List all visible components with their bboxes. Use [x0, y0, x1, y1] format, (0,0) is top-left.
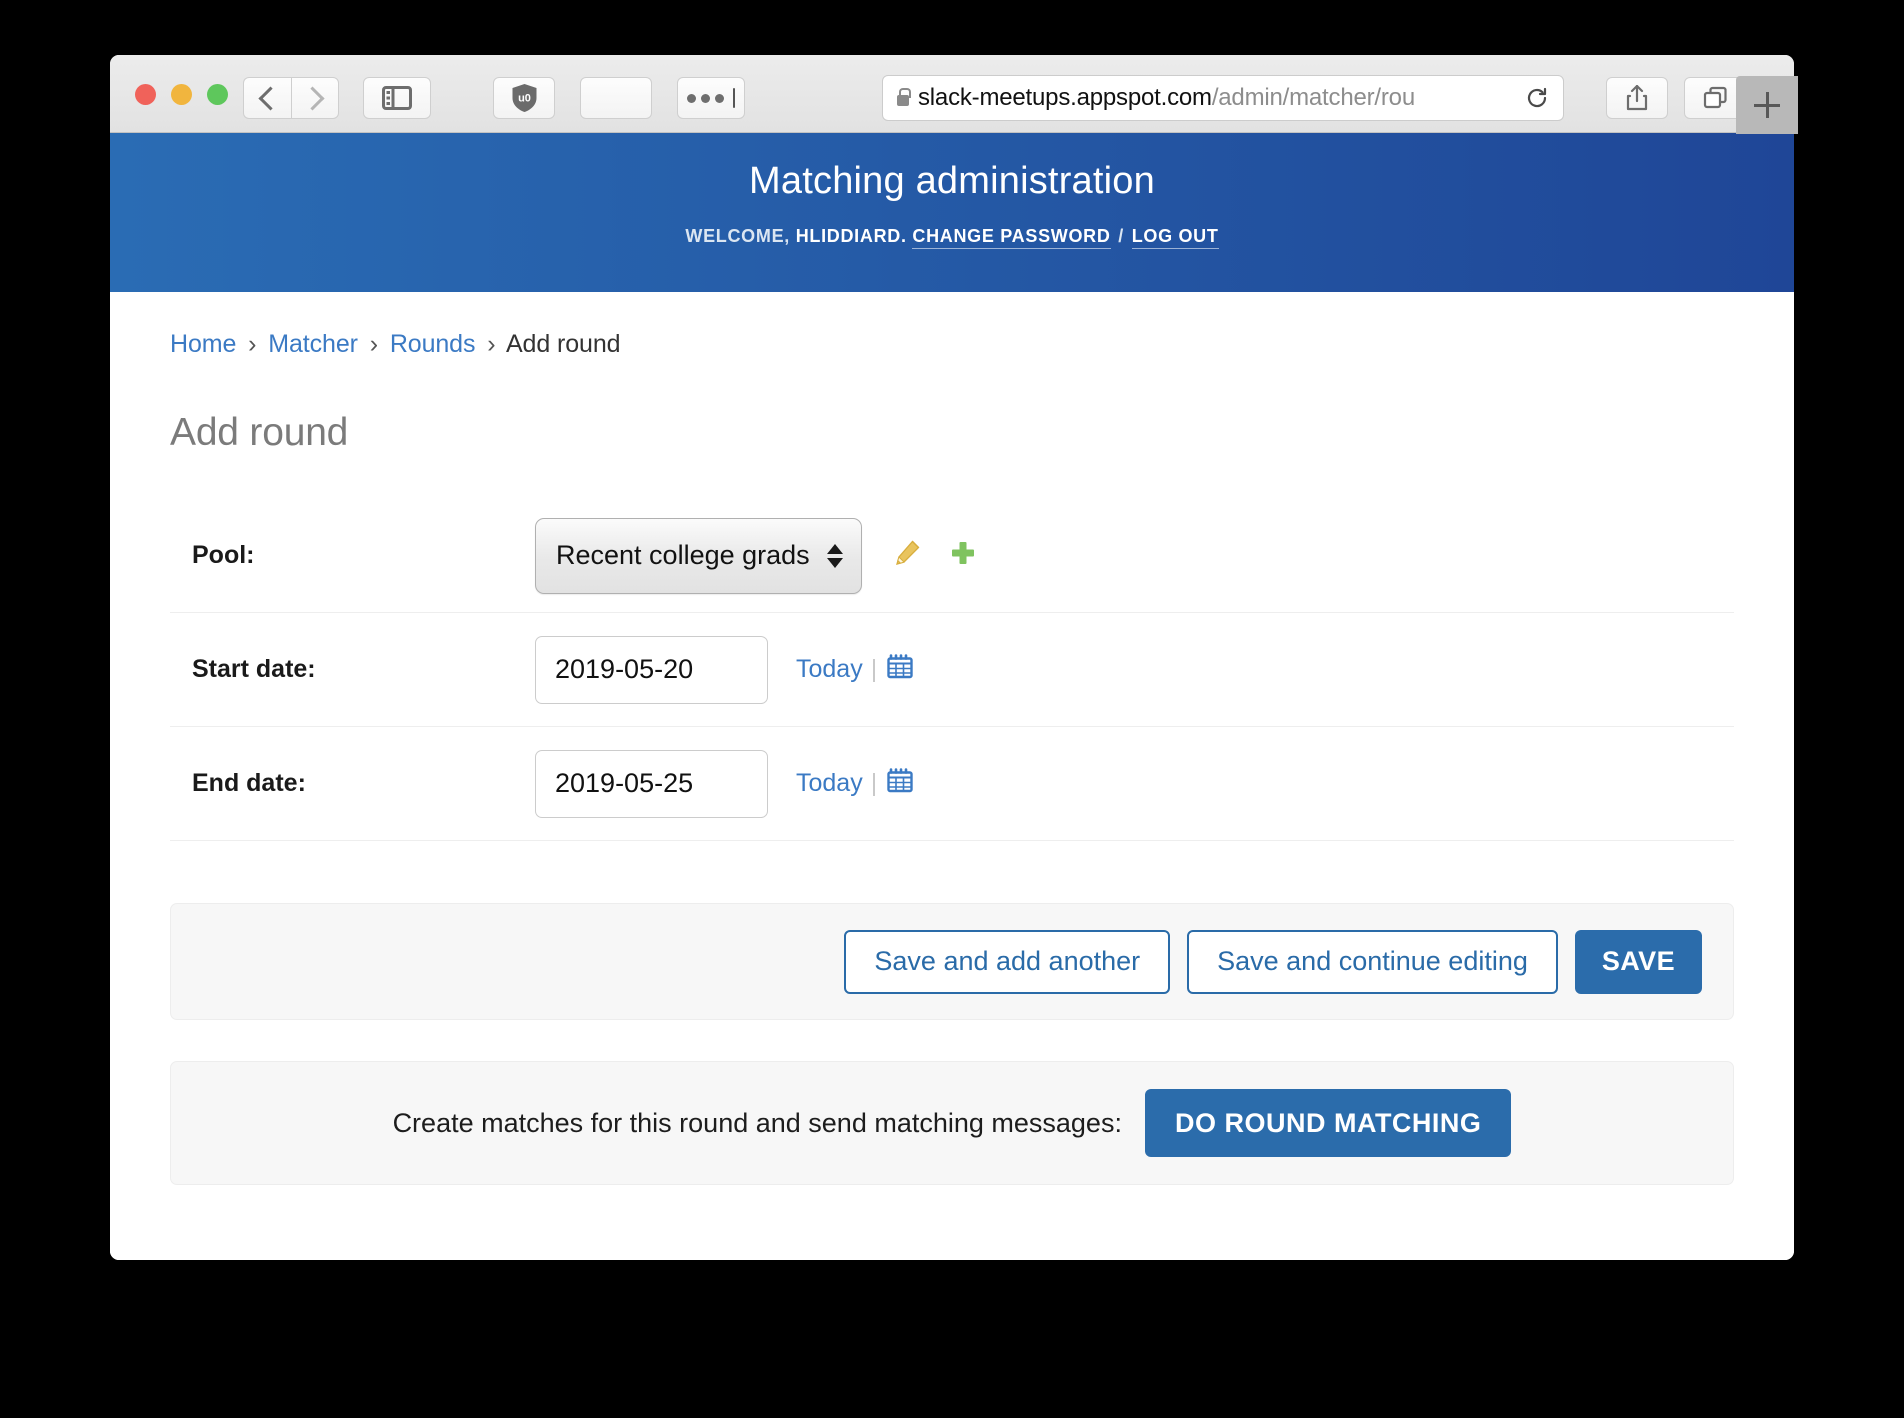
share-button[interactable]: [1606, 77, 1668, 119]
screen: u0 slack-meetups.appspot.com/admin/match…: [0, 0, 1904, 1418]
welcome-prefix: WELCOME,: [685, 226, 790, 246]
pool-label: Pool:: [192, 541, 255, 569]
toolbar-right-buttons: [1606, 77, 1746, 119]
form-row-start-date: Start date: Today |: [170, 613, 1734, 727]
lock-icon: [897, 87, 911, 106]
browser-window: u0 slack-meetups.appspot.com/admin/match…: [110, 55, 1794, 1260]
round-matching-panel: Create matches for this round and send m…: [170, 1061, 1734, 1185]
plus-icon: [952, 542, 974, 564]
new-tab-button[interactable]: [1736, 76, 1798, 134]
breadcrumb-item-home[interactable]: Home: [170, 330, 236, 358]
reload-button[interactable]: [1525, 86, 1549, 110]
end-date-helpers: Today |: [796, 765, 915, 802]
admin-header: Matching administration WELCOME, HLIDDIA…: [110, 133, 1794, 292]
round-matching-text: Create matches for this round and send m…: [392, 1107, 1122, 1138]
window-controls: [135, 84, 228, 105]
close-window-button[interactable]: [135, 84, 156, 105]
end-date-calendar-button[interactable]: [885, 765, 915, 802]
reload-icon: [1527, 87, 1547, 108]
autofill-button[interactable]: [677, 77, 745, 119]
browser-toolbar: u0 slack-meetups.appspot.com/admin/match…: [110, 55, 1794, 133]
end-date-input[interactable]: [535, 749, 768, 818]
site-title: Matching administration: [749, 160, 1155, 202]
address-bar[interactable]: slack-meetups.appspot.com/admin/matcher/…: [882, 75, 1564, 121]
back-icon: [257, 85, 283, 111]
content-area: Home › Matcher › Rounds › Add round Add …: [110, 292, 1794, 1260]
round-form: Pool: Recent college grads Start date: 2…: [170, 499, 1734, 841]
user-tools: WELCOME, HLIDDIARD. CHANGE PASSWORD / LO…: [110, 226, 1794, 249]
breadcrumb-item-current: Add round: [505, 330, 621, 358]
forward-icon: [300, 85, 325, 111]
pool-selected-value: Recent college grads: [556, 540, 810, 570]
calendar-icon: [887, 654, 913, 679]
url-text: slack-meetups.appspot.com/admin/matcher/…: [918, 84, 1519, 112]
form-row-pool: Pool: Recent college grads: [170, 499, 1734, 613]
sidebar-toggle-button[interactable]: [363, 77, 431, 119]
minimize-window-button[interactable]: [171, 84, 192, 105]
breadcrumb-item-rounds[interactable]: Rounds: [390, 330, 476, 358]
pool-inline-actions: [892, 538, 978, 573]
chevron-updown-icon: [827, 543, 843, 568]
form-row-end-date: End date: Today |: [170, 727, 1734, 841]
log-out-link[interactable]: LOG OUT: [1131, 226, 1219, 249]
share-icon: [1626, 85, 1648, 111]
user-tools-separator: /: [1118, 226, 1124, 246]
end-date-helper-pipe: |: [870, 769, 878, 797]
do-round-matching-button[interactable]: DO ROUND MATCHING: [1144, 1089, 1512, 1157]
edit-pool-button[interactable]: [892, 538, 922, 573]
calendar-icon: [887, 768, 913, 793]
save-and-add-another-button[interactable]: Save and add another: [844, 929, 1171, 994]
save-and-continue-editing-button[interactable]: Save and continue editing: [1187, 929, 1558, 994]
sidebar-icon: [382, 86, 412, 110]
forward-button[interactable]: [291, 77, 339, 119]
breadcrumb-item-matcher[interactable]: Matcher: [268, 330, 358, 358]
maximize-window-button[interactable]: [207, 84, 228, 105]
page-title: Add round: [170, 411, 349, 454]
ublock-origin-button[interactable]: u0: [493, 77, 555, 119]
ublock-shield-icon: u0: [512, 84, 536, 112]
end-date-label: End date:: [192, 769, 306, 797]
breadcrumb-separator-3: ›: [487, 330, 496, 358]
tab-overview-icon: [1703, 86, 1727, 109]
breadcrumb-separator-1: ›: [248, 330, 257, 358]
back-button[interactable]: [243, 77, 291, 119]
pencil-icon: [896, 540, 920, 565]
autofill-dots-icon: [687, 88, 735, 108]
start-date-input[interactable]: [535, 635, 768, 704]
blank-toolbar-button[interactable]: [580, 77, 652, 119]
start-date-label: Start date:: [192, 655, 316, 683]
breadcrumb: Home › Matcher › Rounds › Add round: [110, 292, 1794, 359]
change-password-link[interactable]: CHANGE PASSWORD: [912, 226, 1111, 249]
pool-select[interactable]: Recent college grads: [535, 517, 862, 594]
start-date-calendar-button[interactable]: [885, 651, 915, 688]
start-date-today-link[interactable]: Today: [796, 655, 863, 684]
url-host: slack-meetups.appspot.com: [918, 84, 1212, 111]
start-date-helper-pipe: |: [870, 655, 878, 683]
save-button[interactable]: SAVE: [1574, 929, 1702, 994]
username-label: HLIDDIARD.: [795, 226, 907, 246]
breadcrumb-separator-2: ›: [369, 330, 378, 358]
add-pool-button[interactable]: [948, 538, 978, 573]
url-path: /admin/matcher/rou: [1211, 84, 1415, 111]
submit-row: Save and add another Save and continue e…: [170, 903, 1734, 1020]
svg-text:u0: u0: [518, 93, 531, 105]
start-date-helpers: Today |: [796, 651, 915, 688]
end-date-today-link[interactable]: Today: [796, 769, 863, 798]
